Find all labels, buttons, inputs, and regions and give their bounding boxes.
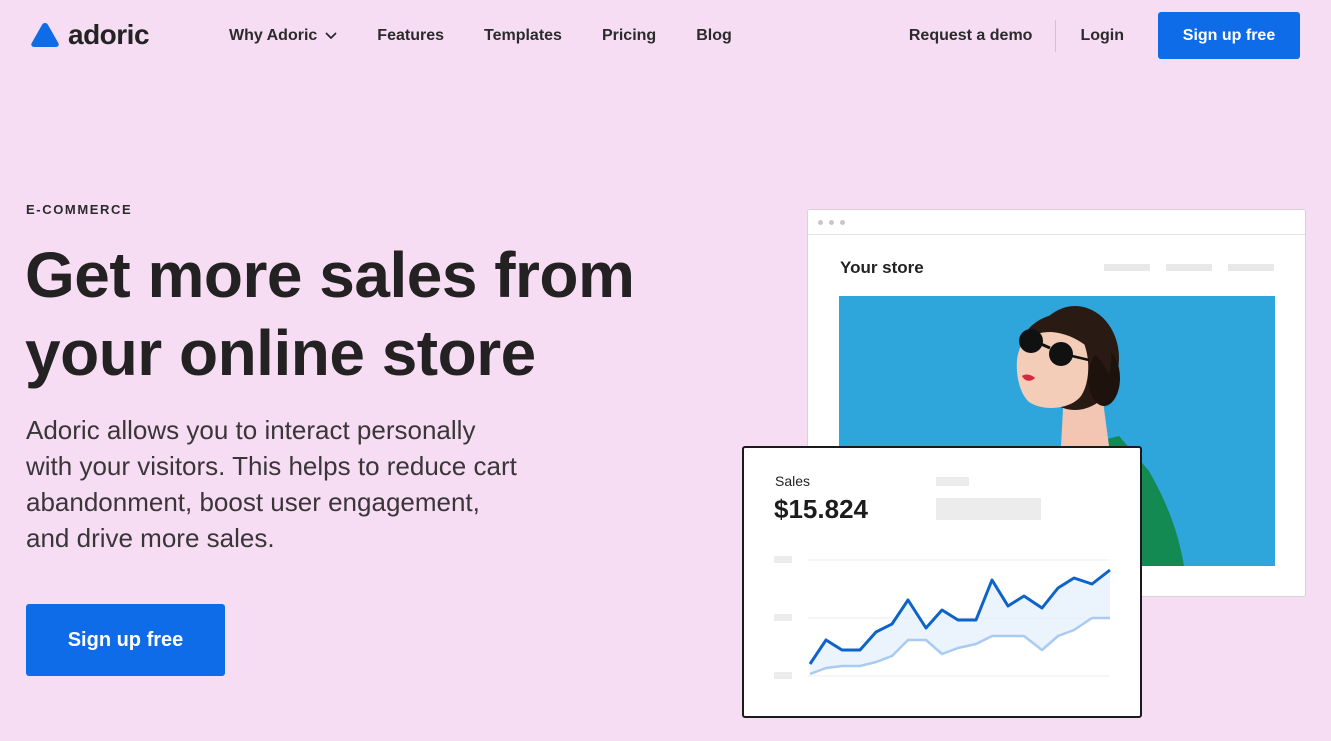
axis-placeholder xyxy=(774,614,792,621)
nav-actions: Request a demo Login Sign up free xyxy=(909,12,1300,59)
nav-features[interactable]: Features xyxy=(377,26,444,46)
nav-why-adoric-label: Why Adoric xyxy=(229,27,318,44)
logo[interactable]: adoric xyxy=(30,19,150,50)
axis-placeholder xyxy=(774,556,792,563)
adoric-logo-icon xyxy=(31,23,59,47)
chevron-down-icon xyxy=(325,32,337,39)
nav-pricing[interactable]: Pricing xyxy=(602,26,656,46)
nav-blog[interactable]: Blog xyxy=(696,26,732,46)
store-menu-placeholder xyxy=(1104,264,1274,271)
nav-why-adoric[interactable]: Why Adoric xyxy=(229,26,337,46)
axis-placeholder xyxy=(774,672,792,679)
nav-signup-button[interactable]: Sign up free xyxy=(1158,12,1300,59)
hero-eyebrow: E-COMMERCE xyxy=(26,202,133,217)
logo-text: adoric xyxy=(68,19,150,50)
sales-card: Sales $15.824 xyxy=(742,446,1142,718)
menu-placeholder-bar xyxy=(1104,264,1150,271)
request-demo-link[interactable]: Request a demo xyxy=(909,26,1056,46)
sales-chart xyxy=(774,556,1111,679)
top-navigation: adoric Why Adoric Features Templates Pri… xyxy=(0,0,1331,72)
sales-area xyxy=(810,570,1110,674)
browser-dot xyxy=(818,219,823,225)
browser-bar xyxy=(808,210,1305,235)
browser-dot xyxy=(840,219,845,225)
hero-description: Adoric allows you to interact personally… xyxy=(26,415,517,553)
menu-placeholder-bar xyxy=(1166,264,1212,271)
browser-dot xyxy=(829,219,834,225)
nav-links: Why Adoric Features Templates Pricing Bl… xyxy=(229,26,732,46)
menu-placeholder-bar xyxy=(1228,264,1274,271)
store-title: Your store xyxy=(840,258,924,277)
login-link[interactable]: Login xyxy=(1056,26,1158,46)
hero-signup-button[interactable]: Sign up free xyxy=(26,604,225,676)
hero-headline: Get more sales from your online store xyxy=(25,239,635,389)
nav-templates[interactable]: Templates xyxy=(484,26,562,46)
